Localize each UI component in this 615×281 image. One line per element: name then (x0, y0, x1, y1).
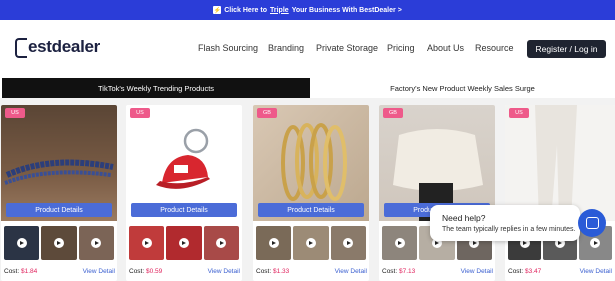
video-thumbnail[interactable] (166, 226, 202, 260)
cost-value: $0.59 (145, 268, 163, 275)
cost-row: Cost: $7.13 View Detail (382, 268, 493, 278)
promo-text-before: Click Here to (224, 6, 267, 14)
video-thumbnail[interactable] (330, 226, 366, 260)
chat-button[interactable] (578, 209, 606, 237)
register-login-button[interactable]: Register / Log in (527, 40, 606, 58)
play-icon (305, 238, 316, 248)
chat-title: Need help? (442, 213, 486, 223)
cost-text: Cost: $1.84 (4, 268, 37, 278)
video-thumbnails (129, 226, 239, 260)
video-thumbnail[interactable] (382, 226, 418, 260)
cost-label: Cost: (256, 268, 272, 275)
country-badge: US (509, 108, 529, 118)
leggings-image (535, 105, 577, 221)
lightning-icon: ⚡ (213, 6, 222, 14)
play-icon (91, 238, 102, 248)
cost-text: Cost: $1.33 (256, 268, 289, 278)
promo-banner[interactable]: ⚡ Click Here to Triple Your Business Wit… (0, 0, 615, 20)
country-badge: GB (257, 108, 277, 118)
nav-about-us[interactable]: About Us (427, 43, 464, 53)
product-tabs: TikTok's Weekly Trending Products Factor… (0, 78, 615, 98)
video-thumbnail[interactable] (293, 226, 329, 260)
nav-flash-sourcing[interactable]: Flash Sourcing (198, 43, 258, 53)
play-icon (343, 238, 354, 248)
play-icon (178, 238, 189, 248)
video-thumbnail[interactable] (4, 226, 40, 260)
video-thumbnail[interactable] (78, 226, 114, 260)
cost-label: Cost: (4, 268, 20, 275)
video-thumbnail[interactable] (129, 226, 165, 260)
logo-text: estdealer (28, 37, 100, 56)
cost-row: Cost: $3.47 View Detail (508, 268, 612, 278)
product-image[interactable]: GB Product Details (379, 105, 495, 221)
nav-private-storage[interactable]: Private Storage (316, 43, 378, 53)
cost-value: $7.13 (398, 268, 416, 275)
tab-tiktok-trending[interactable]: TikTok's Weekly Trending Products (2, 78, 310, 98)
product-details-button[interactable]: Product Details (131, 203, 237, 217)
header: estdealer Flash Sourcing Branding Privat… (0, 20, 615, 78)
country-badge: US (5, 108, 25, 118)
cost-text: Cost: $0.59 (129, 268, 162, 278)
product-card[interactable]: US Product Details Cost: $0.59 View Deta… (126, 105, 242, 281)
product-card[interactable]: US Cost: $3.47 View Detail (505, 105, 615, 281)
promo-link[interactable]: Triple (270, 7, 289, 14)
play-icon (394, 238, 405, 248)
product-details-button[interactable]: Product Details (258, 203, 364, 217)
view-detail-link[interactable]: View Detail (335, 268, 367, 278)
cost-label: Cost: (508, 268, 524, 275)
view-detail-link[interactable]: View Detail (461, 268, 493, 278)
cost-text: Cost: $7.13 (382, 268, 415, 278)
tab-factory-sales-surge[interactable]: Factory's New Product Weekly Sales Surge (310, 78, 615, 98)
product-image[interactable]: GB Product Details (253, 105, 369, 221)
view-detail-link[interactable]: View Detail (83, 268, 115, 278)
nav-pricing[interactable]: Pricing (387, 43, 415, 53)
video-thumbnails (256, 226, 366, 260)
chat-icon (585, 217, 599, 229)
cost-row: Cost: $0.59 View Detail (129, 268, 240, 278)
cost-text: Cost: $3.47 (508, 268, 541, 278)
chat-subtitle: The team typically replies in a few minu… (442, 226, 576, 233)
cost-value: $1.84 (20, 268, 38, 275)
video-thumbnail[interactable] (41, 226, 77, 260)
nav-resource[interactable]: Resource (475, 43, 514, 53)
product-card[interactable]: GB Product Details Cost: $7.13 View Deta… (379, 105, 495, 281)
country-badge: US (130, 108, 150, 118)
cost-row: Cost: $1.33 View Detail (256, 268, 367, 278)
product-image[interactable]: US Product Details (1, 105, 117, 221)
product-image[interactable]: US (505, 105, 615, 221)
product-card[interactable]: GB Product Details Cost: $1.33 View Deta… (253, 105, 369, 281)
logo-mark-icon (15, 38, 27, 58)
cost-row: Cost: $1.84 View Detail (4, 268, 115, 278)
product-card[interactable]: US Product Details Cost: $1.84 View Deta… (1, 105, 117, 281)
video-thumbnail[interactable] (203, 226, 239, 260)
play-icon (590, 238, 601, 248)
video-thumbnails (4, 226, 114, 260)
play-icon (268, 238, 279, 248)
cost-value: $3.47 (524, 268, 542, 275)
chat-popup[interactable]: Need help? The team typically replies in… (430, 205, 580, 241)
logo[interactable]: estdealer (15, 37, 100, 58)
video-thumbnail[interactable] (256, 226, 292, 260)
product-image[interactable]: US Product Details (126, 105, 242, 221)
nav-branding[interactable]: Branding (268, 43, 304, 53)
cost-value: $1.33 (272, 268, 290, 275)
cost-label: Cost: (382, 268, 398, 275)
play-icon (16, 238, 27, 248)
view-detail-link[interactable]: View Detail (580, 268, 612, 278)
country-badge: GB (383, 108, 403, 118)
play-icon (53, 238, 64, 248)
promo-text-after: Your Business With BestDealer > (291, 6, 402, 14)
product-details-button[interactable]: Product Details (6, 203, 112, 217)
play-icon (141, 238, 152, 248)
view-detail-link[interactable]: View Detail (208, 268, 240, 278)
play-icon (216, 238, 227, 248)
cost-label: Cost: (129, 268, 145, 275)
